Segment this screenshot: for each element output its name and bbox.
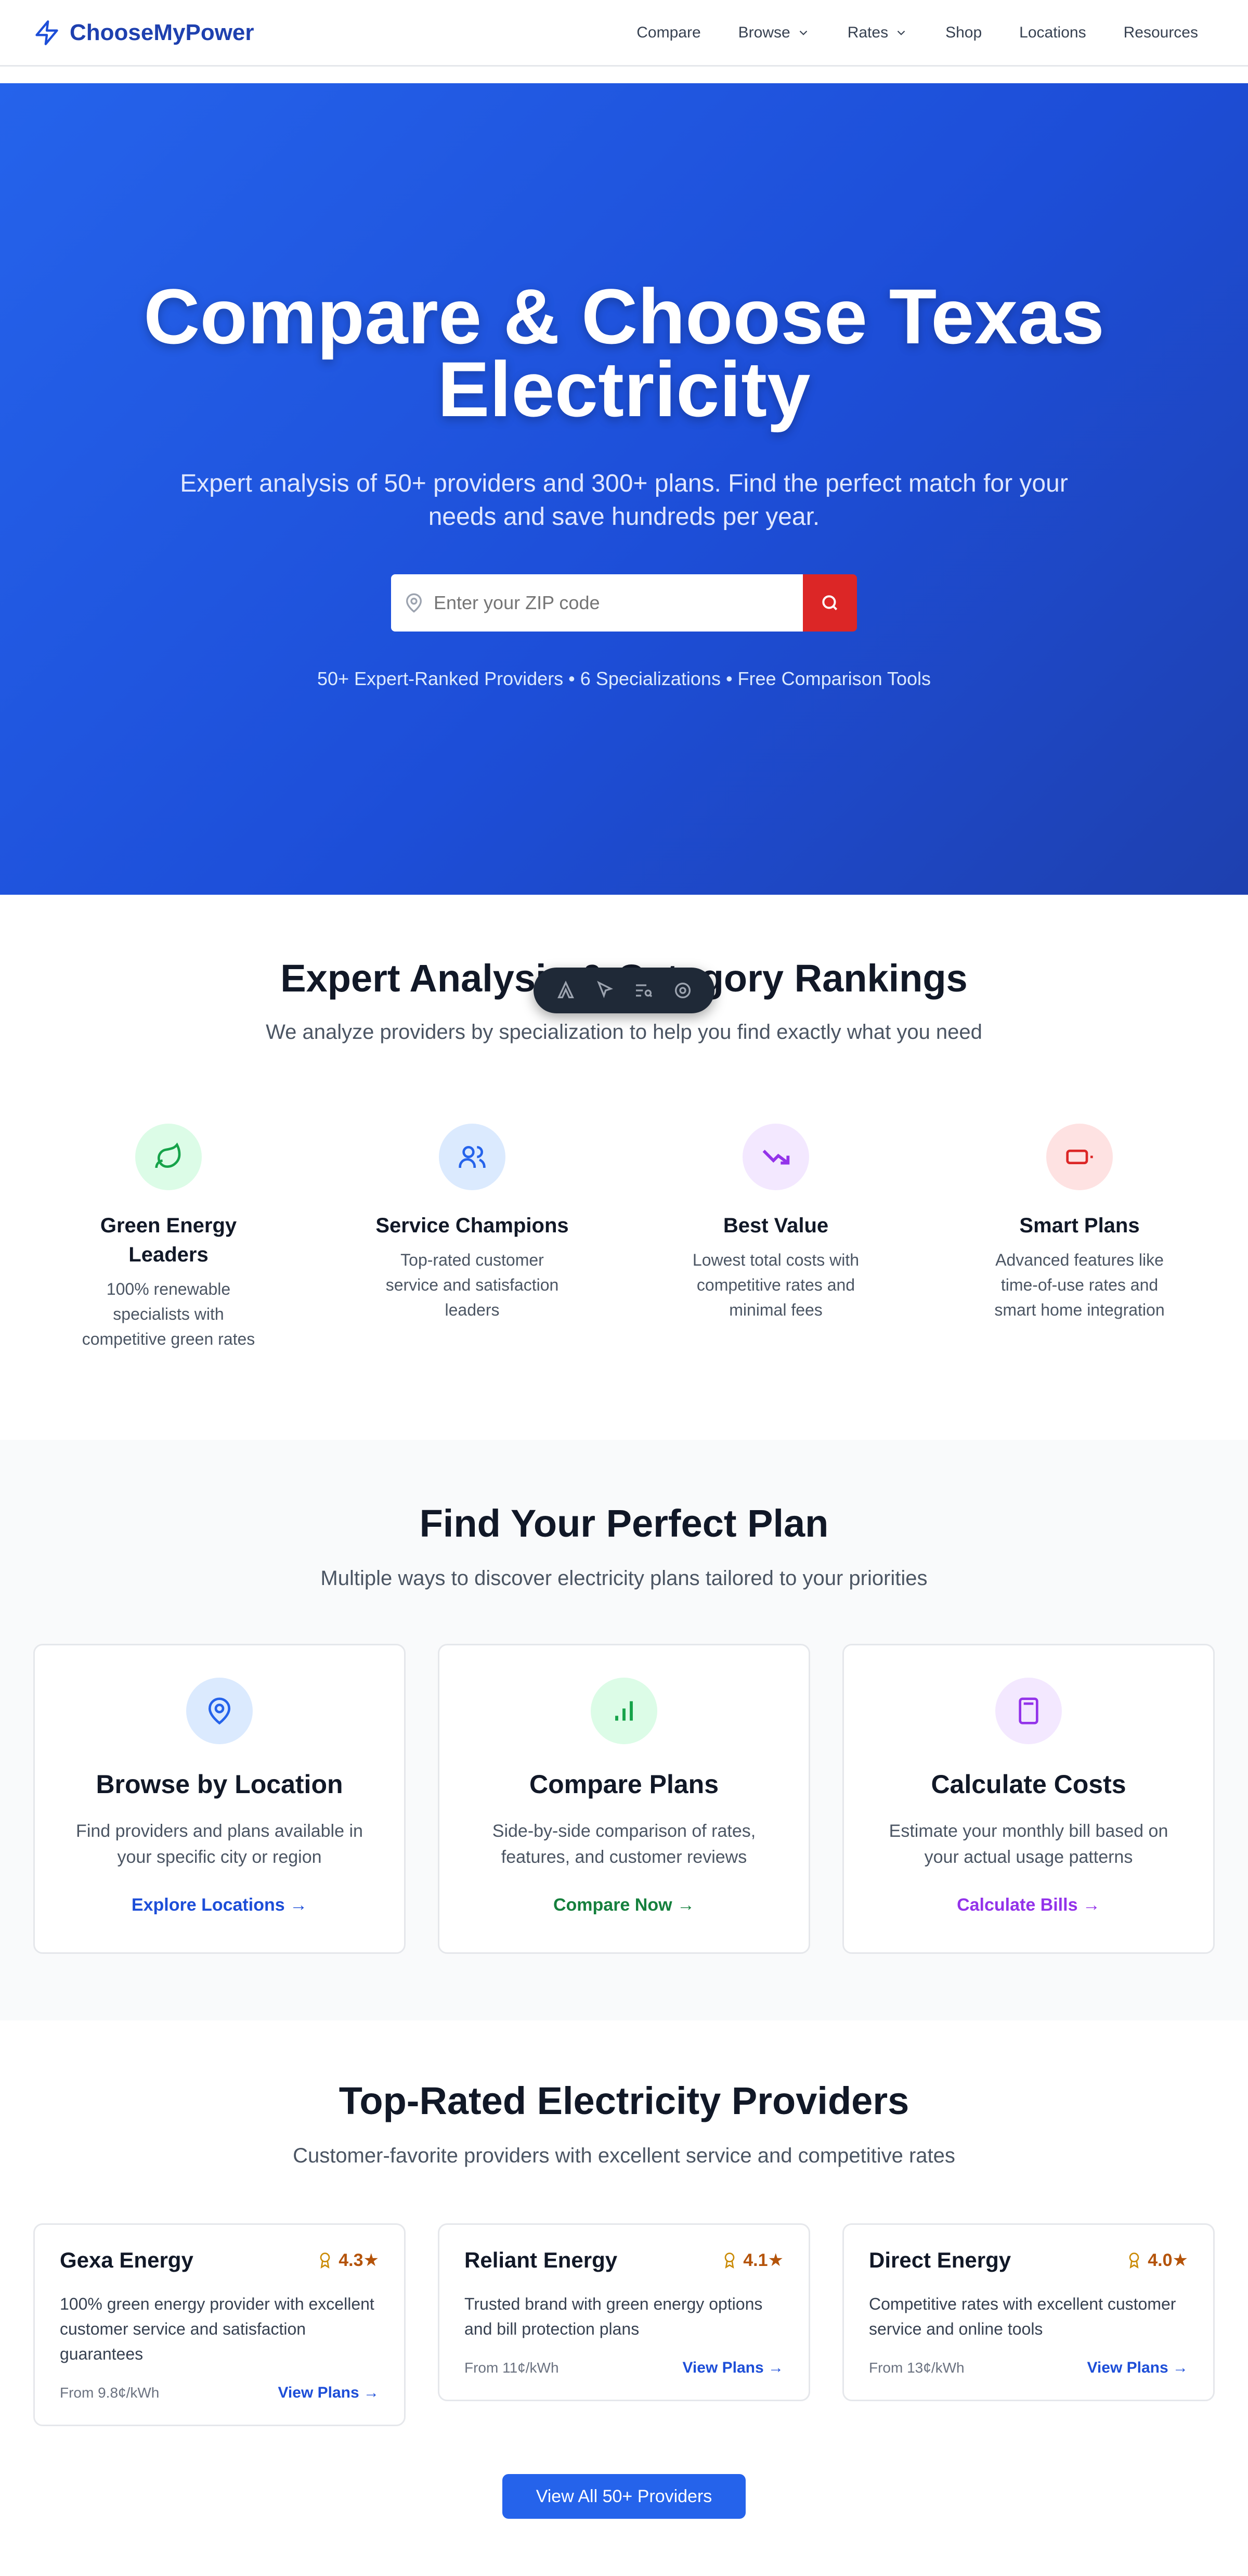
provider-desc: Trusted brand with green energy options … — [464, 2295, 763, 2338]
award-icon — [724, 2252, 735, 2269]
category-title: Service Champions — [375, 1214, 569, 1237]
award-icon — [320, 2252, 330, 2269]
gear-icon[interactable] — [672, 980, 693, 1001]
card-compare-plans[interactable]: Compare Plans Side-by-side comparison of… — [438, 1644, 810, 1954]
lightning-bolt-icon — [35, 20, 58, 45]
nav-link-locations[interactable]: Locations — [1019, 24, 1086, 42]
cursor-icon[interactable] — [594, 980, 615, 1001]
leaf-icon — [135, 1124, 202, 1190]
calculator-icon — [995, 1678, 1062, 1744]
nav-link-compare[interactable]: Compare — [636, 24, 700, 42]
providers-title: Top-Rated Electricity Providers — [339, 2079, 909, 2122]
provider-name: Reliant Energy — [464, 2248, 618, 2272]
nav-link-browse[interactable]: Browse — [738, 24, 810, 42]
brand-logo[interactable]: ChooseMyPower — [33, 18, 254, 47]
trending-down-icon — [743, 1124, 809, 1190]
list-search-icon[interactable] — [633, 980, 654, 1001]
provider-price: From 9.8¢/kWh — [60, 2385, 160, 2401]
provider-card-reliant[interactable]: Reliant Energy 4.1★ Trusted brand with g… — [438, 2223, 810, 2401]
provider-rating: 4.0★ — [1126, 2250, 1188, 2271]
hero-title: Compare & Choose Texas Electricity — [144, 273, 1104, 433]
provider-rating: 4.1★ — [721, 2250, 784, 2271]
view-all-providers-button[interactable]: View All 50+ Providers — [502, 2474, 746, 2519]
floating-toolbar — [534, 968, 714, 1013]
card-title: Calculate Costs — [931, 1770, 1126, 1799]
category-title: Best Value — [723, 1214, 829, 1237]
nav-link-resources[interactable]: Resources — [1124, 24, 1198, 42]
search-icon — [822, 595, 838, 611]
view-plans-link[interactable]: View Plans → — [682, 2359, 784, 2377]
map-pin-icon — [406, 593, 422, 613]
provider-card-direct[interactable]: Direct Energy 4.0★ Competitive rates wit… — [842, 2223, 1215, 2401]
brand-name: ChooseMyPower — [70, 19, 254, 45]
view-plans-link[interactable]: View Plans → — [278, 2384, 379, 2402]
top-navigation: ChooseMyPower Compare Browse Rates Shop … — [0, 0, 1248, 67]
card-title: Browse by Location — [96, 1770, 343, 1799]
battery-icon — [1046, 1124, 1113, 1190]
award-icon — [1129, 2252, 1139, 2269]
provider-price: From 13¢/kWh — [869, 2360, 965, 2376]
chevron-down-icon — [799, 30, 807, 35]
card-desc: Side-by-side comparison of rates, featur… — [492, 1821, 756, 1867]
view-plans-link[interactable]: View Plans → — [1087, 2359, 1188, 2377]
category-desc: 100% renewable specialists with competit… — [82, 1280, 255, 1348]
provider-name: Direct Energy — [869, 2248, 1011, 2272]
card-calculate-costs[interactable]: Calculate Costs Estimate your monthly bi… — [842, 1644, 1215, 1954]
find-subtitle: Multiple ways to discover electricity pl… — [320, 1567, 928, 1590]
find-title: Find Your Perfect Plan — [419, 1502, 829, 1545]
providers-subtitle: Customer-favorite providers with excelle… — [293, 2144, 955, 2167]
provider-name: Gexa Energy — [60, 2248, 193, 2272]
logo-icon[interactable] — [555, 980, 576, 1001]
hero-stats: 50+ Expert-Ranked Providers • 6 Speciali… — [317, 668, 931, 689]
provider-desc: Competitive rates with excellent custome… — [869, 2295, 1176, 2338]
provider-price: From 11¢/kWh — [464, 2360, 559, 2376]
category-smart-plans[interactable]: Smart Plans Advanced features like time-… — [981, 1124, 1178, 1322]
nav-link-shop[interactable]: Shop — [945, 24, 982, 42]
hero-section: Compare & Choose Texas Electricity Exper… — [0, 83, 1248, 895]
card-desc: Find providers and plans available in yo… — [76, 1821, 363, 1867]
category-desc: Top-rated customer service and satisfact… — [385, 1251, 559, 1319]
category-service-champions[interactable]: Service Champions Top-rated customer ser… — [373, 1124, 571, 1322]
card-desc: Estimate your monthly bill based on your… — [889, 1821, 1168, 1867]
nav-link-rates[interactable]: Rates — [848, 24, 908, 42]
users-icon — [439, 1124, 505, 1190]
zip-search-button[interactable] — [803, 574, 857, 632]
provider-card-gexa[interactable]: Gexa Energy 4.3★ 100% green energy provi… — [33, 2223, 406, 2426]
category-title: Green Energy Leaders — [100, 1214, 237, 1266]
category-title: Smart Plans — [1019, 1214, 1140, 1237]
bar-chart-icon — [591, 1678, 657, 1744]
category-best-value[interactable]: Best Value Lowest total costs with compe… — [677, 1124, 875, 1322]
card-browse-location[interactable]: Browse by Location Find providers and pl… — [33, 1644, 406, 1954]
category-desc: Lowest total costs with competitive rate… — [692, 1251, 860, 1319]
map-pin-icon — [186, 1678, 253, 1744]
category-desc: Advanced features like time-of-use rates… — [994, 1251, 1165, 1319]
hero-subtitle: Expert analysis of 50+ providers and 300… — [180, 470, 1068, 531]
compare-now-link[interactable]: Compare Now → — [553, 1895, 695, 1915]
chevron-down-icon — [897, 30, 905, 35]
category-green-energy[interactable]: Green Energy Leaders 100% renewable spec… — [70, 1124, 267, 1351]
provider-rating: 4.3★ — [317, 2250, 379, 2271]
nav-links: Compare Browse Rates Shop Locations Reso… — [636, 24, 1198, 42]
explore-locations-link[interactable]: Explore Locations → — [132, 1895, 307, 1915]
provider-desc: 100% green energy provider with excellen… — [60, 2295, 374, 2363]
calculate-bills-link[interactable]: Calculate Bills → — [957, 1895, 1100, 1915]
card-title: Compare Plans — [529, 1770, 719, 1799]
zip-code-input[interactable] — [391, 574, 803, 632]
zip-search-form — [391, 574, 857, 632]
analysis-subtitle: We analyze providers by specialization t… — [266, 1021, 982, 1044]
